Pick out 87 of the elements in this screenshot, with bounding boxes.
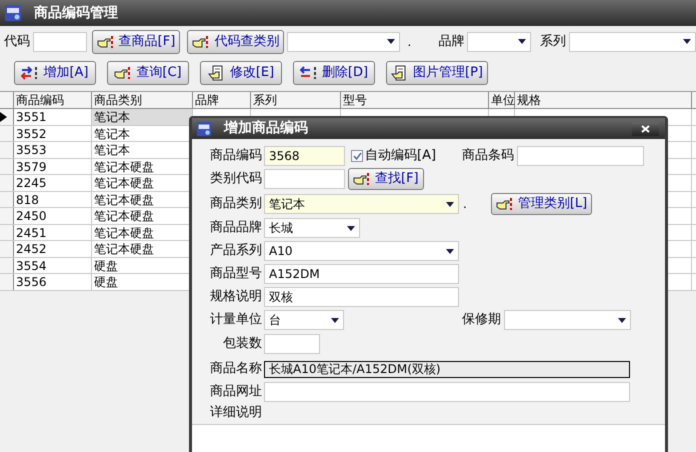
- column-header[interactable]: 规格: [515, 92, 692, 108]
- close-button[interactable]: [632, 122, 659, 136]
- field-label: 商品名称: [209, 360, 262, 378]
- name-field[interactable]: 长城A10笔记本/A152DM(双核): [264, 360, 630, 378]
- pointing-hand-icon: [96, 34, 115, 48]
- field-label: 商品品牌: [209, 219, 262, 238]
- arrows-icon: [300, 66, 318, 80]
- window-title: 商品编码管理: [34, 4, 118, 22]
- toolbar-button[interactable]: 增加[A]: [14, 61, 96, 85]
- table-cell: 3554: [14, 258, 92, 273]
- table-cell: 2245: [14, 175, 92, 190]
- url-field[interactable]: [264, 382, 630, 402]
- column-header[interactable]: 商品类别: [92, 92, 193, 108]
- table-cell: 3579: [14, 158, 92, 174]
- column-header[interactable]: 商品编码: [14, 92, 92, 108]
- toolbar-button[interactable]: 修改[E]: [200, 61, 282, 85]
- dot-text: .: [407, 34, 412, 50]
- table-cell: 笔记本: [92, 109, 193, 124]
- arrows-icon: [21, 66, 40, 80]
- toolbar-button[interactable]: 查询[C]: [107, 61, 189, 85]
- app-icon: [196, 120, 212, 136]
- app-icon: [4, 4, 22, 22]
- field-label: 商品类别: [209, 195, 262, 214]
- dropdown-arrow-icon: [387, 39, 396, 44]
- toolbar-button[interactable]: 管理类别[L]: [490, 193, 592, 215]
- brand-dropdown[interactable]: 长城: [264, 218, 360, 238]
- field-label: 计量单位: [209, 311, 262, 330]
- field-label: 系列: [538, 32, 566, 51]
- pointing-hand-icon: [496, 197, 514, 211]
- checkbox-label: 自动编码[A]: [365, 147, 436, 166]
- check-icon: [352, 152, 362, 160]
- pointing-hand-icon: [114, 66, 132, 80]
- field-label: 保修期: [461, 311, 501, 330]
- column-header[interactable]: 型号: [341, 92, 489, 108]
- spec-field[interactable]: 双核: [264, 287, 459, 307]
- dropdown-arrow-icon: [683, 39, 691, 44]
- column-header[interactable]: 单位: [489, 92, 515, 108]
- table-cell: 3553: [14, 142, 92, 158]
- table-cell: 2451: [14, 224, 92, 240]
- field-label: 详细说明: [209, 404, 262, 422]
- toolbar-button[interactable]: 删除[D]: [293, 61, 375, 85]
- field-label: 代码: [4, 32, 30, 51]
- dropdown-arrow-icon: [331, 318, 339, 322]
- series-dropdown[interactable]: A10: [264, 241, 459, 261]
- field-label: 品牌: [437, 32, 464, 51]
- table-cell: 3552: [14, 126, 92, 141]
- field-label: 包装数: [222, 335, 262, 354]
- dropdown-arrow-icon: [518, 39, 526, 44]
- checkbox[interactable]: [351, 150, 363, 162]
- toolbar-button[interactable]: 代码查类别: [187, 30, 284, 54]
- pointing-hand-icon: [353, 172, 371, 186]
- barcode-field[interactable]: [517, 146, 644, 166]
- code-field[interactable]: 3568: [264, 146, 345, 166]
- dropdown-arrow-icon: [446, 202, 454, 206]
- column-header[interactable]: 系列: [251, 92, 341, 108]
- table-cell: 818: [14, 192, 92, 207]
- toolbar-button[interactable]: 查找[F]: [348, 168, 424, 190]
- pack-field[interactable]: [264, 334, 320, 354]
- brand-dropdown[interactable]: [467, 32, 531, 52]
- dropdown-arrow-icon: [347, 226, 355, 230]
- dropdown-arrow-icon: [618, 318, 626, 322]
- table-cell: 3556: [14, 274, 92, 290]
- field-label: 类别代码: [209, 170, 262, 188]
- series-dropdown[interactable]: [568, 32, 696, 52]
- table-cell: 2452: [14, 241, 92, 256]
- model-field[interactable]: A152DM: [264, 264, 459, 284]
- toolbar-button[interactable]: 查商品[F]: [92, 30, 180, 54]
- dropdown-arrow-icon: [446, 248, 454, 254]
- field-label: 商品编码: [209, 147, 262, 166]
- pointing-hand-icon: [192, 34, 210, 48]
- category-dropdown[interactable]: 笔记本: [264, 194, 459, 214]
- row-pointer-icon: [0, 112, 7, 122]
- close-icon: [641, 124, 650, 132]
- field-label: 商品条码: [461, 147, 514, 166]
- code-field[interactable]: [33, 32, 87, 52]
- field-label: 产品系列: [209, 242, 262, 260]
- category-dropdown[interactable]: [287, 32, 400, 52]
- table-cell: 2450: [14, 208, 92, 224]
- field-label: 商品网址: [209, 383, 262, 402]
- toolbar-button[interactable]: 图片管理[P]: [386, 61, 488, 85]
- field-label: 商品型号: [209, 265, 262, 284]
- category-code-field[interactable]: [264, 169, 345, 189]
- field-label: 规格说明: [209, 288, 262, 306]
- dot-text: .: [463, 196, 467, 213]
- warranty-dropdown[interactable]: [504, 310, 631, 330]
- column-header[interactable]: 品牌: [193, 92, 251, 108]
- unit-dropdown[interactable]: 台: [264, 310, 344, 330]
